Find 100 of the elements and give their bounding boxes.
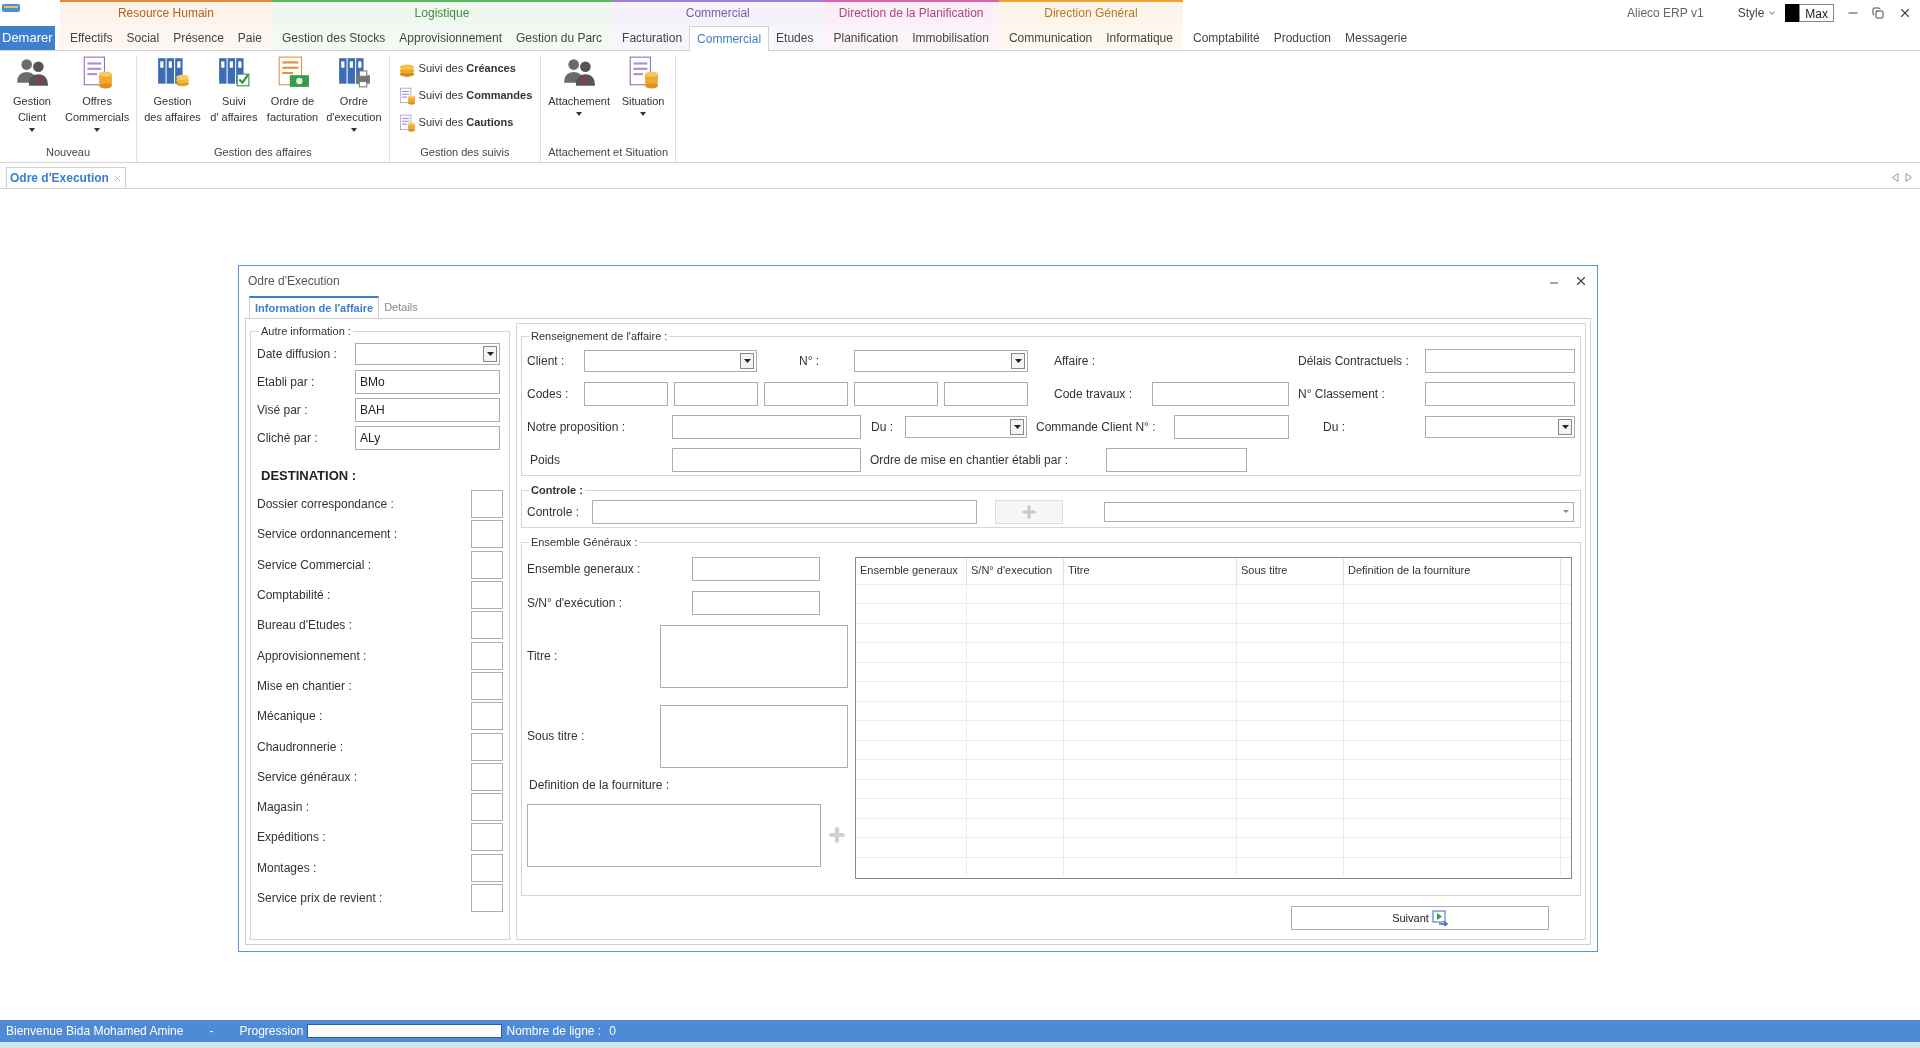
- checkbox[interactable]: [471, 550, 503, 579]
- text-field[interactable]: BMo: [355, 369, 500, 394]
- ribbon-link[interactable]: Suivi des Commandes: [397, 84, 533, 107]
- checkbox[interactable]: [471, 611, 503, 640]
- dialog-tab[interactable]: Information de l'affaire: [249, 296, 380, 318]
- plus-icon: [827, 825, 847, 845]
- ribbon-link[interactable]: Suivi des Créances: [397, 57, 533, 80]
- checkbox[interactable]: [471, 520, 503, 549]
- dropdown-button[interactable]: [1558, 418, 1572, 435]
- checkbox[interactable]: [471, 732, 503, 761]
- text-field[interactable]: [692, 590, 820, 615]
- binders-coins-icon: [155, 55, 190, 89]
- scroll-right-icon[interactable]: [1905, 173, 1912, 182]
- text-field[interactable]: ALy: [355, 425, 500, 450]
- ribbon-tab[interactable]: Etudes: [769, 25, 821, 50]
- checkbox-label: Service prix de revient :: [257, 890, 384, 907]
- ribbon-button[interactable]: Gestion Client: [4, 55, 60, 132]
- ribbon-tab[interactable]: Production: [1266, 25, 1339, 50]
- dropdown-field[interactable]: [854, 349, 1028, 372]
- field-label: Ordre de mise en chantier établi par :: [870, 451, 1070, 469]
- caret-icon: [743, 358, 751, 363]
- dropdown-field[interactable]: [355, 342, 500, 365]
- ribbon-tab[interactable]: Présence: [166, 25, 231, 50]
- ribbon-tab[interactable]: Messagerie: [1338, 25, 1415, 50]
- ribbon-tab[interactable]: Commercial: [689, 26, 770, 51]
- dropdown-field[interactable]: [1425, 415, 1575, 438]
- checkbox[interactable]: [471, 702, 503, 731]
- dropdown-button[interactable]: [740, 352, 754, 369]
- document-tab[interactable]: Odre d'Execution: [6, 167, 126, 188]
- ribbon-tab[interactable]: Informatique: [1099, 25, 1180, 50]
- dialog-tab[interactable]: Details: [379, 296, 423, 318]
- text-field[interactable]: [1152, 381, 1289, 406]
- start-button[interactable]: Demarer: [0, 25, 55, 50]
- restore-icon[interactable]: [1872, 7, 1884, 19]
- checkbox[interactable]: [471, 490, 503, 519]
- checkbox[interactable]: [471, 762, 503, 791]
- dropdown-field[interactable]: [1104, 501, 1574, 522]
- field-label: Poids: [529, 451, 562, 469]
- next-button[interactable]: Suivant: [1291, 906, 1549, 930]
- text-field[interactable]: [674, 381, 758, 406]
- checkbox[interactable]: [471, 641, 503, 670]
- field-label: Affaire :: [1054, 352, 1097, 370]
- checkbox[interactable]: [471, 671, 503, 700]
- text-field[interactable]: [944, 381, 1028, 406]
- ribbon-tab[interactable]: Social: [119, 25, 167, 50]
- ribbon-tab[interactable]: Communication: [1001, 25, 1100, 50]
- checkbox-label: Dossier correspondance :: [257, 496, 395, 514]
- ribbon-tab[interactable]: Comptabilité: [1185, 25, 1267, 50]
- close-icon[interactable]: [1898, 6, 1912, 20]
- text-field[interactable]: [672, 414, 861, 439]
- dropdown-field[interactable]: [584, 349, 757, 372]
- checkbox-label: Mise en chantier :: [257, 677, 353, 695]
- close-icon[interactable]: [1574, 274, 1588, 288]
- text-field[interactable]: [692, 556, 820, 581]
- checkbox[interactable]: [471, 793, 503, 822]
- ribbon-button[interactable]: Ordre de facturation: [263, 55, 322, 125]
- ribbon-button[interactable]: Ordre d'execution: [323, 55, 385, 132]
- caret-icon: [1767, 8, 1778, 18]
- dialog-title: Odre d'Execution: [248, 273, 340, 290]
- text-field[interactable]: [1174, 414, 1289, 439]
- text-area[interactable]: [527, 803, 821, 867]
- ribbon-button[interactable]: Offres Commercials: [62, 55, 133, 132]
- checkbox[interactable]: [471, 884, 503, 912]
- text-field[interactable]: [854, 381, 938, 406]
- ribbon-button[interactable]: Attachement: [545, 55, 614, 116]
- dropdown-field[interactable]: [905, 415, 1027, 438]
- ribbon-button[interactable]: Situation: [615, 55, 672, 116]
- ribbon-tab[interactable]: Effectifs: [63, 25, 120, 50]
- text-field[interactable]: [764, 381, 848, 406]
- text-field[interactable]: BAH: [355, 397, 500, 422]
- scroll-left-icon[interactable]: [1892, 173, 1899, 182]
- checkbox-label: Mécanique :: [257, 708, 324, 726]
- checkbox[interactable]: [471, 823, 503, 852]
- ribbon-tab[interactable]: Planification: [826, 25, 906, 50]
- text-area[interactable]: [660, 624, 848, 688]
- theme-button[interactable]: Max: [1799, 4, 1834, 22]
- ribbon-button[interactable]: Gestion des affaires: [141, 55, 204, 125]
- ribbon-link[interactable]: Suivi des Cautions: [397, 111, 533, 134]
- dropdown-button[interactable]: [1010, 418, 1024, 435]
- dropdown-button[interactable]: [483, 345, 497, 362]
- ribbon-tab[interactable]: Gestion du Parc: [509, 25, 610, 50]
- text-field[interactable]: [592, 499, 977, 524]
- field-label: Ensemble generaux :: [527, 560, 642, 578]
- ribbon-button[interactable]: Suivi d' affaires: [205, 55, 262, 125]
- ribbon-tab[interactable]: Facturation: [615, 25, 690, 50]
- text-field[interactable]: [1106, 447, 1247, 472]
- text-field[interactable]: [1425, 348, 1575, 373]
- text-field[interactable]: [584, 381, 668, 406]
- ribbon-tab[interactable]: Gestion des Stocks: [274, 25, 393, 50]
- checkbox[interactable]: [471, 581, 503, 610]
- column-header: Ensemble generaux: [856, 557, 967, 584]
- text-field[interactable]: [672, 447, 861, 472]
- ribbon-tab[interactable]: Immobilisation: [905, 25, 996, 50]
- ribbon-tab[interactable]: Approvisionnement: [392, 25, 509, 50]
- text-field[interactable]: [1425, 381, 1575, 406]
- ribbon-tab[interactable]: Paie: [230, 25, 269, 50]
- dropdown-button[interactable]: [1011, 352, 1025, 369]
- style-menu[interactable]: Style: [1737, 4, 1778, 22]
- text-area[interactable]: [660, 704, 848, 768]
- checkbox[interactable]: [471, 853, 503, 882]
